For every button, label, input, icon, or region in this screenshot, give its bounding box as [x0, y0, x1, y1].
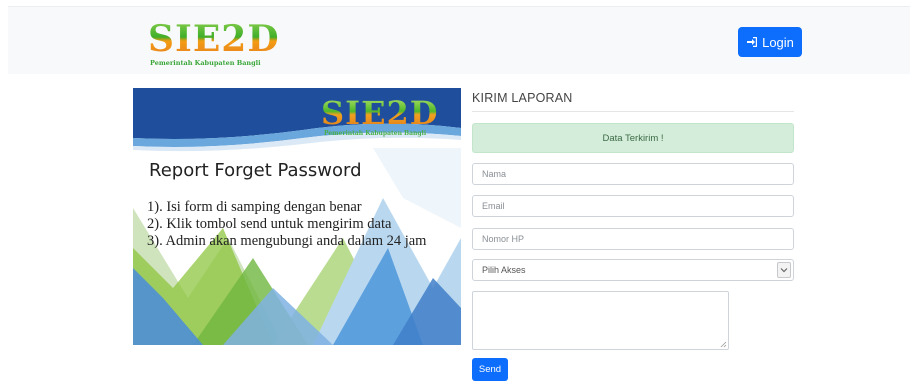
- banner-logo: SIE2D Pemerintah Kabupaten Bangli: [321, 96, 457, 142]
- banner-logo-subtitle: Pemerintah Kabupaten Bangli: [324, 130, 427, 137]
- banner-logo-title: SIE2D: [321, 94, 439, 132]
- instruction-step: 3). Admin akan mengubungi anda dalam 24 …: [147, 233, 427, 249]
- message-textarea[interactable]: [472, 291, 729, 350]
- alert-text: Data Terkirim !: [602, 132, 664, 144]
- header-logo-title: SIE2D: [148, 18, 280, 60]
- banner-title: Report Forget Password: [149, 160, 362, 181]
- akses-select[interactable]: Pilih Akses: [472, 259, 794, 281]
- report-form: KIRIM LAPORAN Data Terkirim ! Pilih Akse…: [472, 88, 794, 381]
- login-label: Login: [762, 34, 794, 50]
- nama-input[interactable]: [472, 163, 794, 185]
- send-button[interactable]: Send: [472, 358, 508, 381]
- instruction-step: 1). Isi form di samping dengan benar: [147, 199, 362, 215]
- email-input[interactable]: [472, 195, 794, 217]
- form-title: KIRIM LAPORAN: [472, 88, 794, 112]
- navbar: SIE2D Pemerintah Kabupaten Bangli Login: [8, 6, 910, 74]
- nomor-hp-input[interactable]: [472, 228, 794, 250]
- header-logo-subtitle: Pemerintah Kabupaten Bangli: [150, 59, 261, 67]
- report-banner: SIE2D Pemerintah Kabupaten Bangli Report…: [133, 88, 461, 345]
- success-alert: Data Terkirim !: [472, 123, 794, 153]
- sign-in-icon: [747, 37, 758, 47]
- header-logo[interactable]: SIE2D Pemerintah Kabupaten Bangli: [148, 19, 288, 69]
- chevron-down-icon[interactable]: [777, 262, 791, 278]
- akses-select-value: Pilih Akses: [482, 265, 526, 275]
- login-button[interactable]: Login: [738, 27, 802, 57]
- instruction-list: 1). Isi form di samping dengan benar 2).…: [147, 199, 426, 250]
- resize-grip-icon[interactable]: [719, 340, 727, 348]
- instruction-step: 2). Klik tombol send untuk mengirim data: [147, 216, 392, 232]
